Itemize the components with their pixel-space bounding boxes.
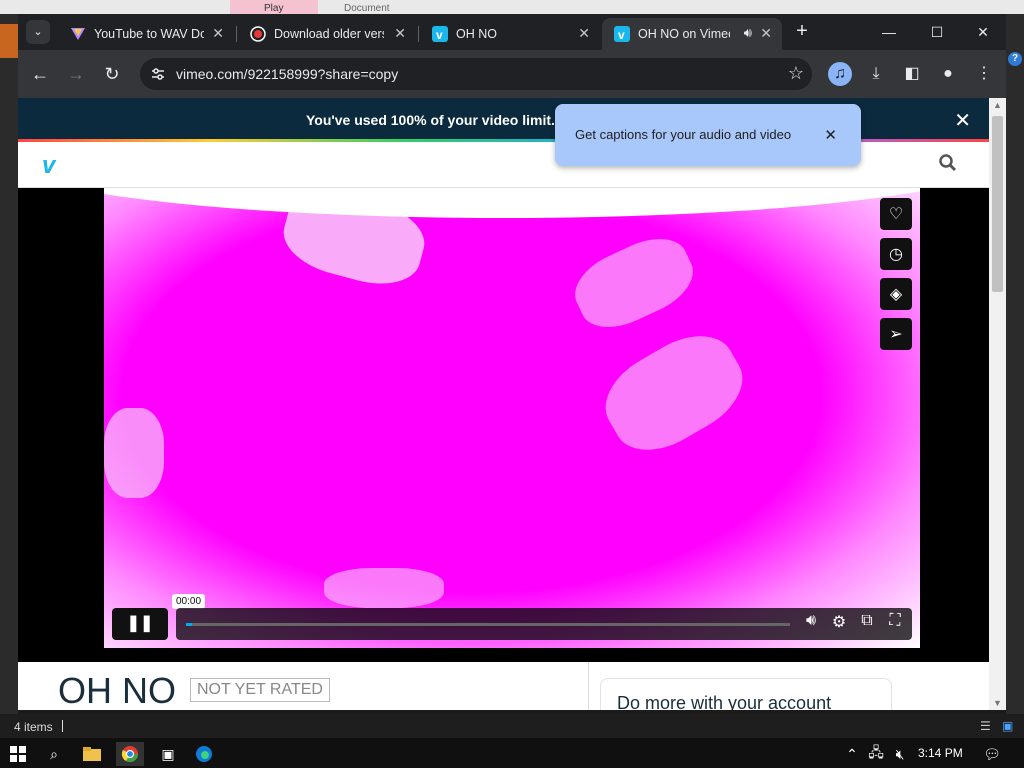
tab-title: OH NO on Vimeo: [638, 27, 730, 41]
progress-track[interactable]: [186, 623, 790, 626]
maximize-button[interactable]: ☐: [914, 20, 960, 44]
scroll-up-arrow-icon[interactable]: ▲: [993, 100, 1002, 110]
video-info-row: OH NO NOT YET RATED Do more with your ac…: [18, 662, 989, 710]
forward-button[interactable]: →: [64, 62, 88, 86]
close-banner-icon[interactable]: ✕: [954, 108, 971, 133]
profile-icon[interactable]: ●: [936, 62, 960, 86]
explorer-status-bar: 4 items ☰ ▣: [0, 714, 1024, 738]
scroll-thumb[interactable]: [992, 116, 1003, 292]
app-window-icon[interactable]: ▣: [154, 742, 182, 766]
status-separator: [62, 720, 63, 732]
taskbar-clock[interactable]: 3:14 PM: [918, 746, 963, 760]
close-tab-icon[interactable]: ✕: [760, 25, 772, 42]
close-popup-icon[interactable]: ✕: [824, 126, 837, 144]
new-tab-button[interactable]: +: [790, 20, 814, 44]
svg-text:v: v: [618, 28, 625, 42]
svg-text:v: v: [436, 28, 443, 42]
share-send-icon[interactable]: ➢: [880, 318, 912, 350]
desktop-background-strip: Play Document: [0, 0, 1024, 14]
background-window-label: Play: [230, 0, 318, 14]
tab-title: Download older vers: [274, 27, 384, 41]
timecode-tooltip: 00:00: [172, 594, 206, 609]
video-shape: [324, 568, 444, 608]
site-settings-icon[interactable]: [150, 66, 166, 82]
back-button[interactable]: ←: [28, 62, 52, 86]
tab-title: YouTube to WAV Dow: [94, 27, 204, 41]
volume-muted-icon[interactable]: 🔇︎: [886, 742, 914, 766]
address-bar[interactable]: vimeo.com/922158999?share=copy ☆: [140, 58, 812, 90]
notification-icon[interactable]: 💬︎: [978, 742, 1006, 766]
item-count: 4 items: [14, 720, 53, 734]
tab-separator: [236, 26, 237, 42]
background-window-label-2: Document: [344, 3, 390, 14]
scroll-down-arrow-icon[interactable]: ▼: [993, 698, 1002, 708]
like-heart-icon[interactable]: ♡: [880, 198, 912, 230]
collections-layers-icon[interactable]: ◈: [880, 278, 912, 310]
bookmark-star-icon[interactable]: ☆: [788, 63, 804, 84]
video-frame[interactable]: ♡ ◷ ◈ ➢: [104, 188, 920, 648]
triangle-logo-icon: [70, 26, 86, 42]
side-panel-icon[interactable]: ◧: [900, 62, 924, 86]
reload-button[interactable]: ↻: [100, 62, 124, 86]
column-divider: [588, 662, 589, 710]
account-card-title: Do more with your account: [617, 693, 832, 710]
picture-in-picture-icon[interactable]: ⧉: [856, 612, 878, 630]
banner-text: You've used 100% of your video limit.: [306, 112, 555, 128]
menu-kebab-icon[interactable]: ⋮: [972, 62, 996, 86]
video-player[interactable]: ♡ ◷ ◈ ➢ ❚❚ 00:00 🔊︎ ⚙ ⧉ ⛶: [18, 188, 989, 662]
volume-icon[interactable]: 🔊︎: [800, 612, 822, 630]
tab-search-button[interactable]: ⌄: [26, 20, 50, 44]
windows-start-icon[interactable]: [4, 742, 32, 766]
desktop-left-edge: [0, 14, 18, 714]
video-shape: [590, 319, 758, 467]
watch-later-clock-icon[interactable]: ◷: [880, 238, 912, 270]
help-icon[interactable]: ?: [1008, 52, 1022, 66]
tab-oh-no[interactable]: v OH NO ✕: [420, 18, 600, 50]
video-shape: [104, 408, 164, 498]
rating-badge: NOT YET RATED: [190, 678, 330, 702]
vimeo-logo[interactable]: v: [42, 152, 55, 180]
vimeo-icon: v: [432, 26, 448, 42]
video-title: OH NO: [58, 670, 177, 710]
video-highlight: [104, 188, 920, 218]
tab-title: OH NO: [456, 27, 497, 41]
tiles-view-icon[interactable]: ▣: [1002, 719, 1013, 733]
pause-button[interactable]: ❚❚: [112, 608, 168, 640]
web-page: You've used 100% of your video limit. ✕ …: [18, 98, 989, 710]
fullscreen-icon[interactable]: ⛶: [884, 612, 906, 630]
record-icon: [250, 26, 266, 42]
live-caption-icon[interactable]: ♫: [828, 62, 852, 86]
close-tab-icon[interactable]: ✕: [212, 25, 224, 42]
tab-download-older[interactable]: Download older vers ✕: [238, 18, 416, 50]
edge-icon[interactable]: [190, 742, 218, 766]
file-explorer-icon[interactable]: [78, 742, 106, 766]
search-icon[interactable]: ⌕: [40, 742, 68, 766]
background-window-accent: [0, 24, 18, 58]
video-shape: [564, 225, 704, 341]
page-scrollbar[interactable]: ▲ ▼: [989, 98, 1006, 710]
tab-separator: [418, 26, 419, 42]
tab-youtube-to-wav[interactable]: YouTube to WAV Dow ✕: [58, 18, 234, 50]
taskbar: ⌕ ▣ ⌃ 🖧︎ 🔇︎ 3:14 PM 💬︎: [0, 738, 1024, 768]
search-icon[interactable]: [939, 154, 957, 177]
tab-oh-no-on-vimeo[interactable]: v OH NO on Vimeo 🔊︎ ✕: [602, 18, 782, 50]
captions-popup: Get captions for your audio and video ✕: [555, 104, 861, 166]
details-view-icon[interactable]: ☰: [980, 719, 991, 733]
vimeo-icon: v: [614, 26, 630, 42]
speaker-icon[interactable]: 🔊︎: [744, 25, 752, 41]
progress-fill: [186, 623, 193, 626]
tab-strip: ⌄ YouTube to WAV Dow ✕ Download older ve…: [18, 14, 1006, 50]
close-tab-icon[interactable]: ✕: [578, 25, 590, 42]
captions-popup-text: Get captions for your audio and video: [575, 127, 792, 142]
download-icon[interactable]: ⤓: [864, 62, 888, 86]
account-card: Do more with your account: [600, 678, 892, 710]
browser-toolbar: ← → ↻ vimeo.com/922158999?share=copy ☆ ♫…: [18, 50, 1006, 98]
desktop-right-edge: ?: [1006, 14, 1024, 714]
close-tab-icon[interactable]: ✕: [394, 25, 406, 42]
close-window-button[interactable]: ✕: [960, 20, 1006, 44]
chrome-icon[interactable]: [116, 742, 144, 766]
minimize-button[interactable]: —: [866, 20, 912, 44]
url-text[interactable]: vimeo.com/922158999?share=copy: [176, 66, 398, 82]
settings-gear-icon[interactable]: ⚙: [828, 612, 850, 632]
